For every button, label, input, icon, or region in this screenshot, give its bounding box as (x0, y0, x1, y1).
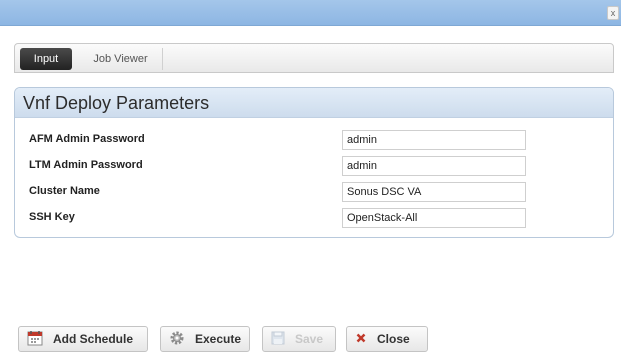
cluster-name-field[interactable]: Sonus DSC VA (342, 182, 526, 202)
panel-title: Vnf Deploy Parameters (23, 93, 210, 113)
ssh-key-label: SSH Key (29, 211, 75, 223)
calendar-icon (27, 330, 43, 349)
add-schedule-label: Add Schedule (53, 332, 134, 346)
window-close-icon[interactable]: x (607, 6, 619, 20)
gear-icon (169, 330, 185, 349)
close-label: Close (377, 332, 410, 346)
dialog-titlebar: x (0, 0, 621, 26)
save-button[interactable]: Save (262, 326, 336, 352)
afm-admin-password-label: AFM Admin Password (29, 133, 145, 145)
cluster-name-label: Cluster Name (29, 185, 100, 197)
close-button[interactable]: Close (346, 326, 428, 352)
ltm-admin-password-field[interactable]: admin (342, 156, 526, 176)
execute-button[interactable]: Execute (160, 326, 250, 352)
panel-header: Vnf Deploy Parameters (15, 88, 613, 118)
save-label: Save (295, 332, 324, 346)
ssh-key-field[interactable]: OpenStack-All (342, 208, 526, 228)
tab-job-viewer[interactable]: Job Viewer (79, 48, 163, 70)
execute-label: Execute (195, 332, 242, 346)
vnf-deploy-parameters-panel: Vnf Deploy Parameters AFM Admin Password… (14, 87, 614, 238)
save-icon (271, 331, 285, 348)
tab-bar: Input Job Viewer (14, 43, 614, 73)
afm-admin-password-field[interactable]: admin (342, 130, 526, 150)
tab-input[interactable]: Input (20, 48, 72, 70)
add-schedule-button[interactable]: Add Schedule (18, 326, 148, 352)
close-icon (355, 332, 367, 347)
ltm-admin-password-label: LTM Admin Password (29, 159, 143, 171)
